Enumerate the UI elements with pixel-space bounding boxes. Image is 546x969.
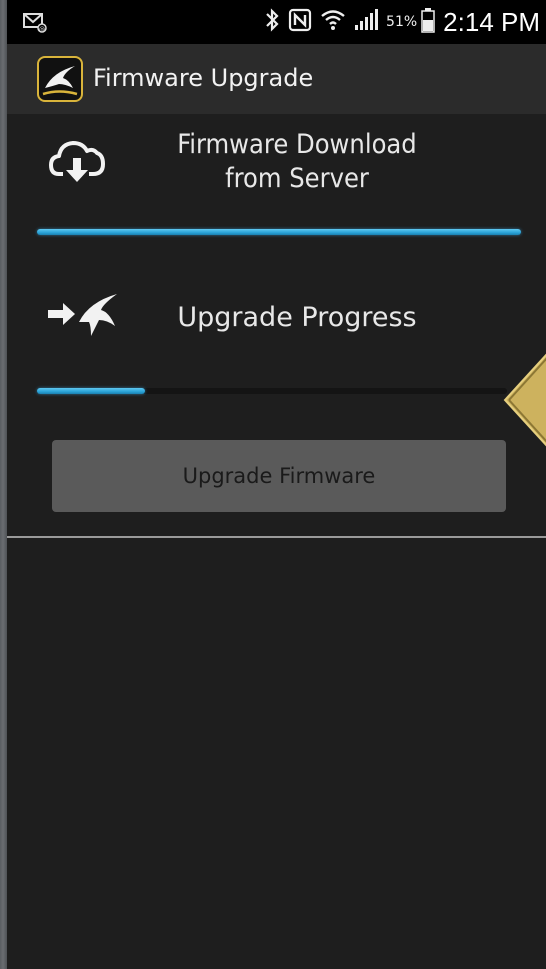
upgrade-firmware-button[interactable]: Upgrade Firmware — [52, 440, 506, 512]
nfc-icon — [288, 8, 312, 36]
arrow-bird-icon — [47, 292, 123, 342]
clock: 2:14 PM — [443, 6, 540, 37]
upgrade-progress-label: Upgrade Progress — [177, 302, 417, 333]
email-notification-icon: @ — [23, 11, 47, 37]
firmware-download-label: Firmware Download from Server — [177, 129, 417, 194]
battery-icon — [421, 7, 435, 37]
screen: @ 51% 2:14 PM Firmware Upgrade Firmware … — [7, 0, 546, 969]
page-title: Firmware Upgrade — [93, 64, 314, 92]
divider — [7, 536, 546, 538]
status-bar: @ 51% 2:14 PM — [7, 0, 546, 44]
signal-icon — [354, 9, 379, 35]
action-bar: Firmware Upgrade — [7, 44, 546, 114]
upgrade-progress-bar — [37, 388, 507, 394]
swift-bird-logo-icon[interactable] — [37, 56, 83, 102]
cloud-download-icon — [49, 138, 105, 190]
upgrade-progress-fill — [37, 388, 146, 394]
download-progress-bar — [37, 229, 521, 235]
battery-percent: 51% — [386, 14, 418, 30]
svg-text:@: @ — [39, 26, 45, 33]
download-progress-fill — [37, 229, 521, 235]
bluetooth-icon — [264, 7, 280, 37]
wifi-icon — [320, 8, 346, 36]
